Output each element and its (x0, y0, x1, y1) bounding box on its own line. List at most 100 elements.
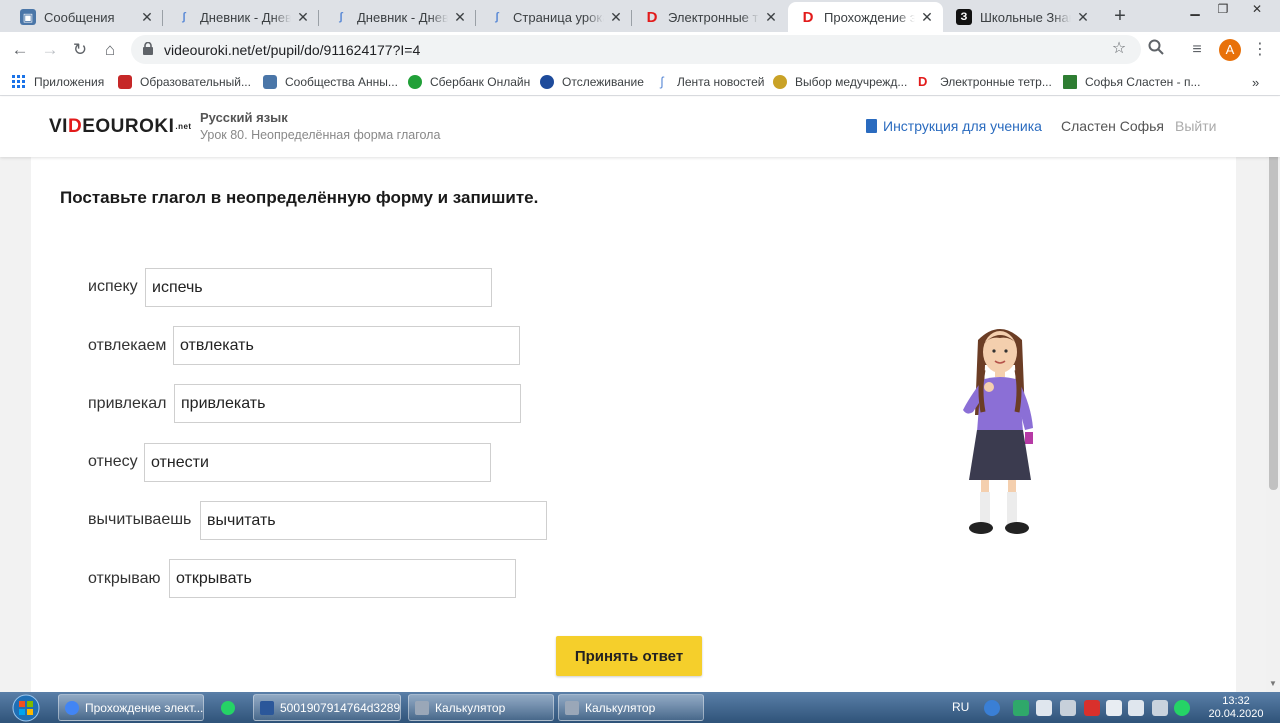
system-clock[interactable]: 13:32 20.04.2020 (1200, 695, 1272, 721)
bookmark-sofya-sheet[interactable]: Софья Сластен - п... (1063, 73, 1200, 91)
forward-button[interactable]: → (38, 38, 62, 62)
submit-answer-button[interactable]: Принять ответ (556, 636, 702, 676)
tray-device-icon[interactable] (1060, 700, 1076, 716)
bookmark-label: Сообщества Анны... (285, 75, 398, 89)
close-icon[interactable]: ✕ (919, 9, 935, 25)
videouroki-icon: D (646, 8, 658, 26)
videouroki-logo[interactable]: VIDEOUROKI.net (49, 116, 192, 138)
answer-input[interactable] (200, 501, 547, 540)
logout-link[interactable]: Выйти (1175, 118, 1216, 134)
student-girl-illustration (963, 329, 1033, 534)
bookmark-educational[interactable]: Образовательный... (118, 73, 251, 91)
taskbar-item-calculator-1[interactable]: Калькулятор (408, 694, 554, 721)
student-instructions-link[interactable]: Инструкция для ученика (866, 118, 1042, 134)
menu-kebab-icon[interactable]: ⋮ (1249, 39, 1271, 61)
bookmark-label: Отслеживание (562, 75, 644, 89)
taskbar-item-whatsapp[interactable] (214, 694, 244, 721)
network-icon[interactable] (1152, 700, 1168, 716)
site-header: VIDEOUROKI.net Русский язык Урок 80. Нео… (0, 97, 1280, 157)
printer-icon[interactable] (1106, 700, 1122, 716)
bookmark-star-icon[interactable]: ☆ (1108, 38, 1130, 60)
bookmark-medical[interactable]: Выбор медучрежд... (773, 73, 907, 91)
volume-icon[interactable] (1128, 700, 1144, 716)
verb-label: открываю (88, 570, 161, 587)
tab-diary-2[interactable]: ʃ Дневник - Дневник ✕ (321, 2, 476, 32)
vk-icon (263, 75, 277, 89)
tab-school-knowledge[interactable]: З Школьные Знания ✕ (944, 2, 1099, 32)
windows-start-button[interactable] (6, 693, 46, 723)
bookmark-label: Сбербанк Онлайн (430, 75, 531, 89)
document-icon (866, 119, 877, 133)
close-icon[interactable]: ✕ (1075, 9, 1091, 25)
tab-title: Прохождение эле (824, 9, 915, 25)
back-button[interactable]: ← (8, 38, 32, 62)
media-queue-icon[interactable]: ≡ (1186, 39, 1208, 61)
close-icon[interactable]: ✕ (452, 9, 468, 25)
videouroki-icon: D (918, 74, 928, 89)
taskbar-item-word[interactable]: 5001907914764d3289... (253, 694, 401, 721)
verb-label: вычитываешь (88, 511, 192, 528)
profile-avatar[interactable]: A (1219, 39, 1241, 61)
user-name[interactable]: Сластен Софья (1061, 118, 1164, 134)
videouroki-icon: D (802, 8, 814, 26)
address-bar[interactable]: videouroki.net/et/pupil/do/911624177?I=4… (131, 35, 1141, 64)
lesson-title: Урок 80. Неопределённая форма глагола (200, 128, 441, 142)
close-icon[interactable]: ✕ (139, 9, 155, 25)
tab-title: Школьные Знания (980, 9, 1071, 25)
minimize-button[interactable]: ▁ (1180, 0, 1210, 20)
close-icon[interactable]: ✕ (295, 9, 311, 25)
scroll-down-icon[interactable]: ▼ (1267, 679, 1279, 691)
verb-label: привлекал (88, 395, 167, 412)
url-text: videouroki.net/et/pupil/do/911624177?I=4 (164, 42, 421, 58)
taskbar-item-chrome[interactable]: Прохождение элект... (58, 694, 204, 721)
tray-window-icon[interactable] (1036, 700, 1052, 716)
znania-icon: З (956, 9, 972, 25)
pdf-icon[interactable] (1084, 700, 1100, 716)
scrollbar-thumb[interactable] (1269, 150, 1278, 490)
browser-toolbar: ← → ↻ ⌂ videouroki.net/et/pupil/do/91162… (0, 32, 1280, 68)
close-icon[interactable]: ✕ (608, 9, 624, 25)
tab-title: Сообщения (44, 9, 115, 25)
bookmark-apps[interactable]: Приложения (12, 73, 104, 91)
answer-input[interactable] (174, 384, 521, 423)
bookmark-electronic-notebooks[interactable]: D Электронные тетр... (918, 73, 1052, 91)
bookmark-label: Образовательный... (140, 75, 251, 89)
bookmark-sberbank[interactable]: Сбербанк Онлайн (408, 73, 530, 91)
close-icon[interactable]: ✕ (763, 9, 779, 25)
search-icon[interactable] (1145, 39, 1167, 61)
answer-input[interactable] (144, 443, 491, 482)
taskbar-item-calculator-2[interactable]: Калькулятор (558, 694, 704, 721)
bookmark-tracking[interactable]: Отслеживание (540, 73, 644, 91)
reload-button[interactable]: ↻ (68, 38, 92, 62)
windows-taskbar: Прохождение элект... 5001907914764d3289.… (0, 692, 1280, 723)
answer-input[interactable] (173, 326, 520, 365)
sheet-icon (1063, 75, 1077, 89)
bookmark-label: Лента новостей (677, 75, 765, 89)
bookmark-label: Софья Сластен - п... (1085, 75, 1201, 89)
tab-electronic-notebooks[interactable]: D Электронные тетр ✕ (632, 2, 787, 32)
tab-lesson-page[interactable]: ʃ Страница урока - ✕ (477, 2, 632, 32)
home-button[interactable]: ⌂ (98, 38, 122, 62)
calculator-icon (565, 700, 579, 715)
tab-diary-1[interactable]: ʃ Дневник - Дневник ✕ (164, 2, 319, 32)
bookmark-news-feed[interactable]: ʃ Лента новостей (655, 73, 765, 91)
tab-messages[interactable]: ▣ Сообщения ✕ (8, 2, 163, 32)
exercise-instruction: Поставьте глагол в неопределённую форму … (60, 188, 539, 207)
tray-app-icon[interactable] (1013, 700, 1029, 716)
help-icon[interactable] (984, 700, 1000, 716)
answer-input[interactable] (169, 559, 516, 598)
bookmark-anna-communities[interactable]: Сообщества Анны... (263, 73, 398, 91)
answer-input[interactable] (145, 268, 492, 307)
school-icon (118, 75, 132, 89)
sber-icon (408, 75, 422, 89)
whatsapp-tray-icon[interactable] (1174, 700, 1190, 716)
new-tab-button[interactable]: + (1108, 5, 1132, 29)
emblem-icon (773, 75, 787, 89)
tab-active-lesson[interactable]: D Прохождение эле ✕ (788, 2, 943, 32)
language-indicator[interactable]: RU (952, 700, 969, 714)
bookmarks-overflow-icon[interactable]: » (1252, 73, 1259, 91)
maximize-button[interactable]: ❐ (1208, 0, 1238, 20)
close-window-button[interactable]: ✕ (1238, 0, 1276, 20)
bookmarks-bar: Приложения Образовательный... Сообщества… (0, 68, 1280, 96)
tab-title: Страница урока - (513, 9, 604, 25)
